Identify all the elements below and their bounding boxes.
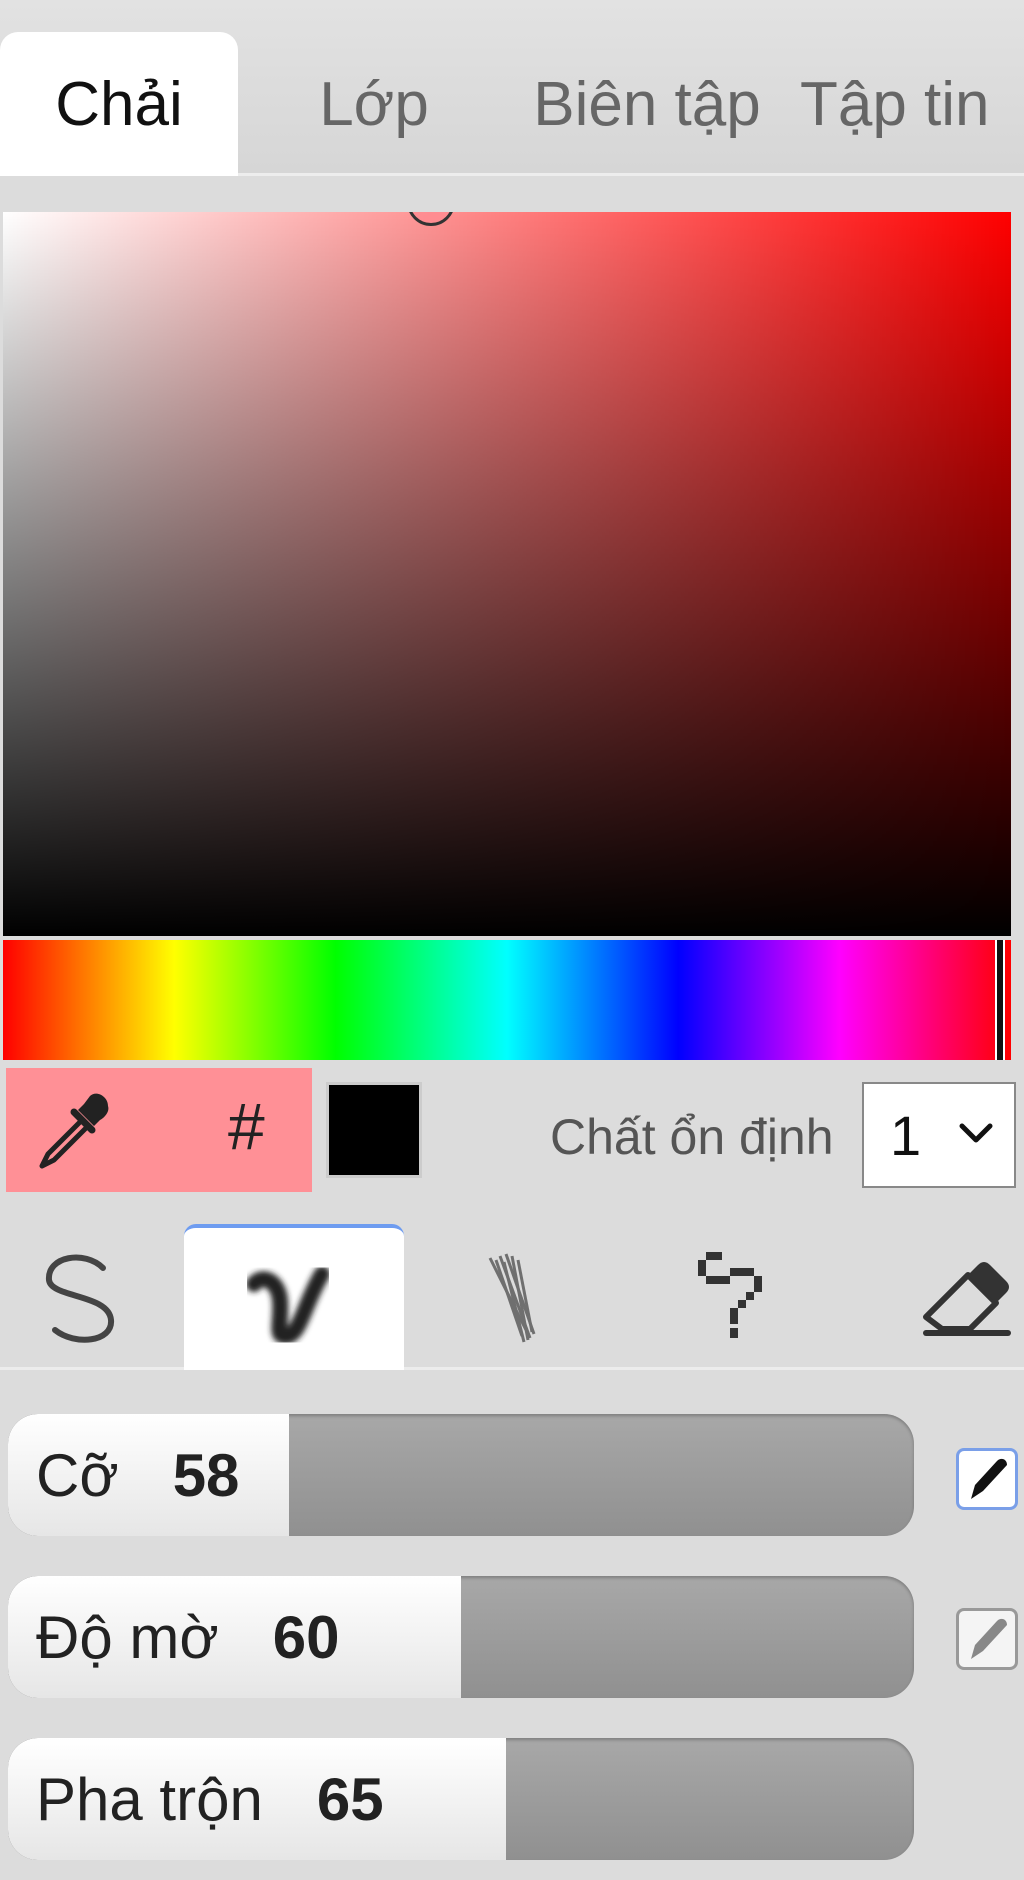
hue-slider-handle[interactable] [995, 940, 1005, 1060]
tab-edit[interactable]: Biên tập [512, 32, 782, 176]
stabilizer-value: 1 [890, 1103, 922, 1167]
secondary-color-swatch[interactable] [326, 1082, 422, 1178]
opacity-value: 60 [272, 1603, 340, 1671]
stabilizer-label: Chất ổn định [550, 1109, 834, 1165]
eyedropper-icon[interactable] [30, 1090, 114, 1174]
current-color-swatch[interactable]: # [6, 1068, 312, 1192]
opacity-slider-label: Độ mờ 60 [36, 1576, 339, 1698]
blend-brush-button[interactable] [184, 1224, 404, 1370]
brush-tool-bar [0, 1224, 1024, 1370]
tab-layers[interactable]: Lớp [274, 32, 474, 176]
pen-pressure-icon [971, 1618, 1007, 1659]
chevron-down-icon [959, 1123, 993, 1143]
blend-brush-icon [246, 1266, 330, 1345]
tab-edit-label: Biên tập [533, 69, 761, 139]
tab-bar: Chải Lớp Biên tập Tập tin [0, 0, 1024, 176]
size-label: Cỡ [36, 1441, 119, 1509]
eraser-icon [923, 1262, 1011, 1336]
sketchy-brush-button[interactable] [440, 1224, 590, 1370]
hex-input-button[interactable]: # [228, 1088, 265, 1164]
black-gradient [3, 212, 1011, 936]
tab-brush-label: Chải [55, 69, 183, 139]
mixing-slider-label: Pha trộn 65 [36, 1738, 384, 1860]
color-controls-row: # Chất ổn định 1 [0, 1064, 1024, 1194]
hue-slider[interactable] [3, 940, 1011, 1060]
size-value: 58 [172, 1441, 240, 1509]
saturation-value-picker[interactable] [3, 212, 1011, 936]
tab-brush[interactable]: Chải [0, 32, 238, 176]
mixing-value: 65 [316, 1765, 384, 1833]
tab-file-label: Tập tin [800, 69, 990, 139]
size-slider-label: Cỡ 58 [36, 1414, 239, 1536]
opacity-label: Độ mờ [36, 1603, 219, 1671]
pixel-brush-button[interactable] [660, 1224, 810, 1370]
tab-file[interactable]: Tập tin [800, 32, 1024, 176]
tab-layers-label: Lớp [319, 69, 429, 139]
size-pressure-toggle[interactable] [956, 1448, 1018, 1510]
size-slider[interactable]: Cỡ 58 [8, 1414, 914, 1536]
pixel-brush-icon [698, 1252, 762, 1338]
pen-tool-icon [46, 1254, 114, 1343]
pen-tool-button[interactable] [10, 1224, 150, 1370]
stabilizer-select[interactable]: 1 [862, 1082, 1016, 1188]
pen-pressure-icon [971, 1458, 1007, 1499]
sketchy-brush-icon [488, 1253, 536, 1343]
mixing-label: Pha trộn [36, 1765, 263, 1833]
eraser-button[interactable] [900, 1224, 1024, 1370]
opacity-slider[interactable]: Độ mờ 60 [8, 1576, 914, 1698]
mixing-slider[interactable]: Pha trộn 65 [8, 1738, 914, 1860]
opacity-pressure-toggle[interactable] [956, 1608, 1018, 1670]
